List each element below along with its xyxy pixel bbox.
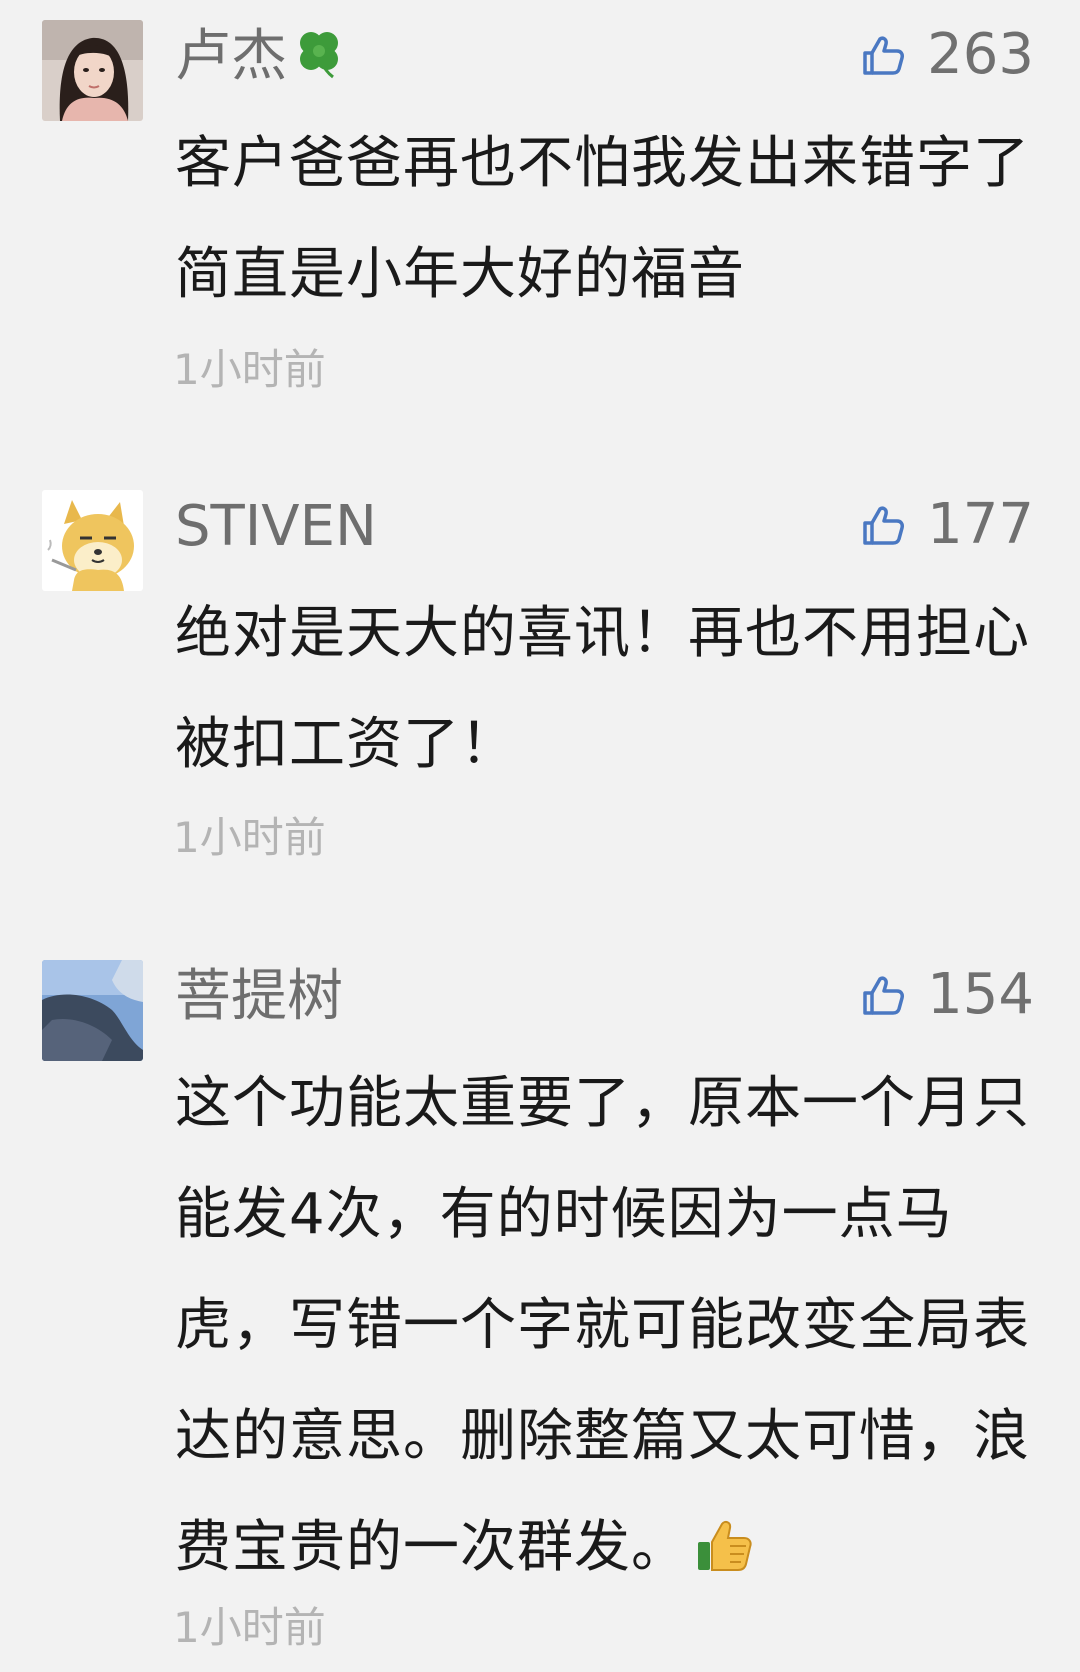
thumbs-up-emoji-icon [698, 1520, 752, 1571]
sky-photo-icon [42, 960, 143, 1061]
thumbs-up-icon [863, 506, 905, 545]
commenter-name[interactable]: 卢杰 [175, 22, 347, 92]
like-button[interactable]: 263 [861, 20, 1034, 90]
comment-text: 这个功能太重要了，原本一个月只能发4次，有的时候因为一点马虎，写错一个字就可能改… [175, 1048, 1055, 1603]
comment-time: 1小时前 [173, 1603, 326, 1652]
comment-list: 卢杰 263 客户爸爸再也不怕我发出来错字了 简直是小年大好的福音 1小时前 S… [0, 0, 1080, 1672]
comment-item: STIVEN 177 绝对是天大的喜讯！再也不用担心被扣工资了！ 1小时前 [0, 470, 1080, 900]
woman-avatar-icon [42, 20, 143, 121]
thumbs-up-icon [863, 36, 905, 75]
comment-text: 客户爸爸再也不怕我发出来错字了 简直是小年大好的福音 [175, 131, 1030, 307]
comment-time: 1小时前 [173, 813, 326, 862]
thumbs-up-icon [863, 976, 905, 1015]
like-button[interactable]: 177 [861, 490, 1034, 560]
shiba-dog-icon [42, 490, 143, 591]
commenter-name[interactable]: STIVEN [175, 492, 377, 562]
comment-item: 卢杰 263 客户爸爸再也不怕我发出来错字了 简直是小年大好的福音 1小时前 [0, 0, 1080, 440]
clover-icon [300, 32, 338, 79]
like-button[interactable]: 154 [861, 960, 1034, 1030]
commenter-name[interactable]: 菩提树 [175, 962, 343, 1032]
avatar[interactable] [42, 960, 143, 1061]
comment-text-body: 这个功能太重要了，原本一个月只能发4次，有的时候因为一点马虎，写错一个字就可能改… [175, 1071, 1030, 1580]
commenter-name-text: 卢杰 [175, 24, 287, 89]
avatar[interactable] [42, 490, 143, 591]
like-count: 177 [927, 492, 1034, 557]
avatar[interactable] [42, 20, 143, 121]
like-count: 154 [927, 962, 1034, 1027]
comment-text: 绝对是天大的喜讯！再也不用担心被扣工资了！ [175, 601, 1030, 777]
comment-time: 1小时前 [173, 345, 326, 394]
comment-item: 菩提树 154 这个功能太重要了，原本一个月只能发4次，有的时候因为一点马虎，写… [0, 940, 1080, 1672]
like-count: 263 [927, 22, 1034, 87]
